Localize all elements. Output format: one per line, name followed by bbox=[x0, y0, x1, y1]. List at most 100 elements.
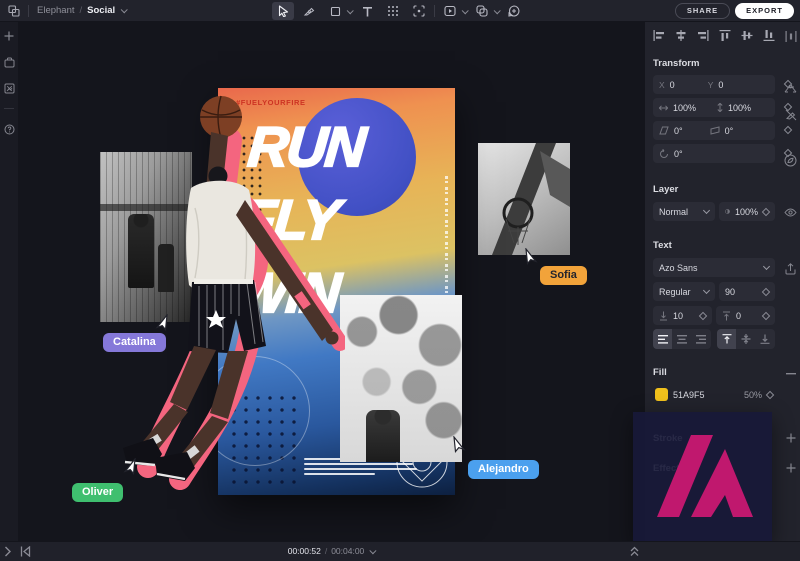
share-button[interactable]: SHARE bbox=[675, 3, 730, 19]
vertical-align-middle-button[interactable] bbox=[736, 329, 755, 349]
collaborator-tag-sofia: Sofia bbox=[540, 266, 587, 285]
chevron-down-icon[interactable] bbox=[121, 6, 128, 13]
text-align-left-button[interactable] bbox=[653, 329, 672, 349]
left-sidebar bbox=[0, 22, 18, 541]
skip-to-start-icon[interactable] bbox=[20, 546, 31, 557]
constraints-icon[interactable] bbox=[784, 82, 797, 95]
upload-font-icon[interactable] bbox=[784, 262, 797, 275]
position-fields[interactable]: X 0 Y 0 bbox=[653, 75, 775, 94]
photo-basketball-hoop[interactable] bbox=[478, 143, 570, 255]
align-bottom-icon[interactable] bbox=[763, 30, 775, 41]
font-weight-select[interactable]: Regular bbox=[653, 282, 715, 301]
align-right-icon[interactable] bbox=[697, 30, 709, 41]
pen-tool-button[interactable] bbox=[298, 2, 320, 20]
breadcrumb[interactable]: Elephant / Social bbox=[37, 5, 126, 16]
collaborator-tag-catalina: Catalina bbox=[103, 333, 166, 352]
letter-spacing-field[interactable]: 10 bbox=[653, 306, 712, 325]
fill-opacity-value[interactable]: 50% bbox=[744, 390, 762, 400]
timeline-position[interactable]: 00:00:52 / 00:04:00 bbox=[288, 546, 375, 556]
boolean-tool-group bbox=[471, 2, 499, 20]
x-value[interactable]: 0 bbox=[670, 80, 675, 90]
rotation-value[interactable]: 0° bbox=[674, 149, 683, 159]
text-tool-button[interactable] bbox=[356, 2, 378, 20]
photo-trees[interactable] bbox=[340, 295, 462, 462]
eye-visibility-icon[interactable] bbox=[784, 206, 797, 219]
anchor-target-icon[interactable] bbox=[784, 154, 797, 167]
chevron-down-icon[interactable] bbox=[462, 7, 469, 14]
font-family-value[interactable]: Azo Sans bbox=[659, 263, 698, 273]
layer-opacity-field[interactable]: 100% bbox=[719, 202, 775, 221]
font-style-size-row: Regular 90 bbox=[653, 282, 775, 301]
fill-entry[interactable]: 51A9F5 50% bbox=[653, 385, 775, 404]
keyframe-diamond-icon[interactable] bbox=[762, 311, 770, 319]
distribute-horizontal-icon[interactable] bbox=[784, 30, 797, 43]
letter-spacing-value[interactable]: 10 bbox=[673, 311, 683, 321]
line-height-value[interactable]: 0 bbox=[736, 311, 741, 321]
pen-disabled-icon[interactable] bbox=[784, 108, 797, 121]
expand-timeline-icon[interactable] bbox=[630, 546, 639, 557]
line-height-field[interactable]: 0 bbox=[716, 306, 775, 325]
chevron-right-icon[interactable] bbox=[4, 546, 11, 557]
chevron-down-icon[interactable] bbox=[347, 7, 354, 14]
image-asset-icon[interactable] bbox=[3, 82, 15, 94]
vertical-align-top-button[interactable] bbox=[717, 329, 736, 349]
design-canvas[interactable]: #FUELYOURFIRE RUN FLY WIN bbox=[18, 22, 645, 541]
section-title-fill: Fill bbox=[653, 367, 667, 378]
shape-tool-button[interactable] bbox=[324, 2, 346, 20]
assets-briefcase-icon[interactable] bbox=[3, 56, 15, 68]
video-tool-button[interactable] bbox=[439, 2, 461, 20]
add-icon[interactable] bbox=[3, 30, 15, 42]
rotation-field[interactable]: 0° bbox=[653, 144, 775, 163]
align-top-icon[interactable] bbox=[719, 30, 731, 41]
blend-mode-select[interactable]: Normal bbox=[653, 202, 715, 221]
keyframe-diamond-icon[interactable] bbox=[784, 126, 792, 134]
comment-tool-button[interactable] bbox=[503, 2, 525, 20]
basketball-player-cutout[interactable] bbox=[95, 88, 345, 508]
export-button[interactable]: EXPORT bbox=[735, 3, 794, 19]
chevron-down-icon[interactable] bbox=[369, 547, 376, 554]
keyframe-diamond-icon[interactable] bbox=[699, 311, 707, 319]
collaborator-tag-oliver: Oliver bbox=[72, 483, 123, 502]
keyframe-diamond-icon[interactable] bbox=[766, 390, 774, 398]
blend-mode-value[interactable]: Normal bbox=[659, 207, 688, 217]
collaborator-cursor-icon bbox=[524, 248, 541, 267]
help-icon[interactable] bbox=[3, 123, 15, 135]
fill-color-swatch[interactable] bbox=[655, 388, 668, 401]
skew-x-icon bbox=[659, 126, 669, 135]
text-align-center-button[interactable] bbox=[672, 329, 691, 349]
focus-scan-tool-button[interactable] bbox=[408, 2, 430, 20]
skew-fields[interactable]: 0° 0° bbox=[653, 121, 775, 140]
add-stroke-icon[interactable] bbox=[784, 431, 797, 444]
fill-hex-value[interactable]: 51A9F5 bbox=[673, 390, 705, 400]
components-grid-tool-button[interactable] bbox=[382, 2, 404, 20]
y-value[interactable]: 0 bbox=[718, 80, 723, 90]
rotation-icon bbox=[659, 149, 669, 159]
font-weight-value[interactable]: Regular bbox=[659, 287, 691, 297]
vertical-align-bottom-button[interactable] bbox=[755, 329, 774, 349]
breadcrumb-separator: / bbox=[80, 5, 83, 16]
font-size-value[interactable]: 90 bbox=[725, 287, 735, 297]
breadcrumb-page[interactable]: Social bbox=[87, 5, 115, 16]
add-effect-icon[interactable] bbox=[784, 461, 797, 474]
text-align-right-button[interactable] bbox=[692, 329, 711, 349]
remove-fill-icon[interactable] bbox=[784, 367, 797, 380]
align-horizontal-center-icon[interactable] bbox=[675, 30, 687, 41]
keyframe-diamond-icon[interactable] bbox=[762, 287, 770, 295]
skew-y-value[interactable]: 0° bbox=[725, 126, 734, 136]
scale-x-value[interactable]: 100% bbox=[673, 103, 696, 113]
skew-x-value[interactable]: 0° bbox=[674, 126, 683, 136]
font-family-select[interactable]: Azo Sans bbox=[653, 258, 775, 277]
scale-fields[interactable]: 100% 100% bbox=[653, 98, 775, 117]
chevron-down-icon[interactable] bbox=[494, 7, 501, 14]
breadcrumb-project[interactable]: Elephant bbox=[37, 5, 75, 16]
align-vertical-center-icon[interactable] bbox=[741, 30, 753, 41]
font-size-field[interactable]: 90 bbox=[719, 282, 775, 301]
move-tool-button[interactable] bbox=[272, 2, 294, 20]
align-left-icon[interactable] bbox=[653, 30, 665, 41]
app-logo-icon[interactable] bbox=[8, 5, 20, 17]
layer-opacity-value[interactable]: 100% bbox=[735, 207, 758, 217]
scale-y-value[interactable]: 100% bbox=[728, 103, 751, 113]
keyframe-diamond-icon[interactable] bbox=[762, 207, 770, 215]
frame-tool-group bbox=[324, 2, 352, 20]
boolean-shapes-tool-button[interactable] bbox=[471, 2, 493, 20]
